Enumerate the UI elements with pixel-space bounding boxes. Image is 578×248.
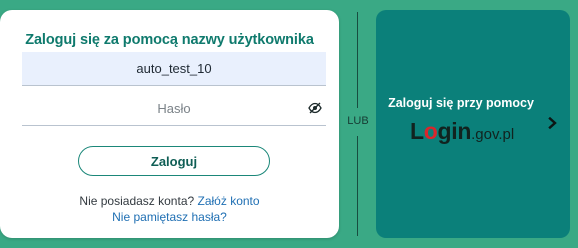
logo-letter-l: L	[410, 118, 424, 144]
username-login-card: Zaloguj się za pomocą nazwy użytkownika …	[0, 10, 339, 238]
login-gov-button[interactable]: Zaloguj się przy pomocy Login.gov.pl	[376, 10, 570, 238]
login-card-title: Zaloguj się za pomocą nazwy użytkownika	[25, 32, 314, 48]
chevron-right-icon	[548, 117, 557, 129]
username-input[interactable]: auto_test_10	[22, 52, 326, 86]
username-value: auto_test_10	[136, 61, 212, 76]
or-divider-label: LUB	[347, 115, 369, 127]
register-prompt: Nie posiadasz konta? Załóż konto	[0, 194, 339, 208]
password-input[interactable]: Hasło	[22, 92, 326, 126]
logo-letter-o: o	[423, 118, 438, 144]
login-gov-logo: Login.gov.pl	[410, 118, 514, 145]
forgot-password-link[interactable]: Nie pamiętasz hasła?	[112, 210, 227, 224]
divider-line-top	[357, 12, 358, 108]
divider-line-bottom	[357, 136, 358, 236]
logo-domain: .gov.pl	[471, 126, 515, 143]
login-button[interactable]: Zaloguj	[78, 146, 270, 176]
logo-word-end: gin	[437, 118, 472, 144]
register-link[interactable]: Załóż konto	[198, 194, 260, 208]
eye-slash-icon[interactable]	[308, 102, 322, 114]
forgot-password-row: Nie pamiętasz hasła?	[0, 210, 339, 224]
no-account-text: Nie posiadasz konta?	[79, 194, 195, 208]
gov-login-text: Zaloguj się przy pomocy	[388, 96, 534, 110]
password-placeholder: Hasło	[157, 101, 191, 116]
